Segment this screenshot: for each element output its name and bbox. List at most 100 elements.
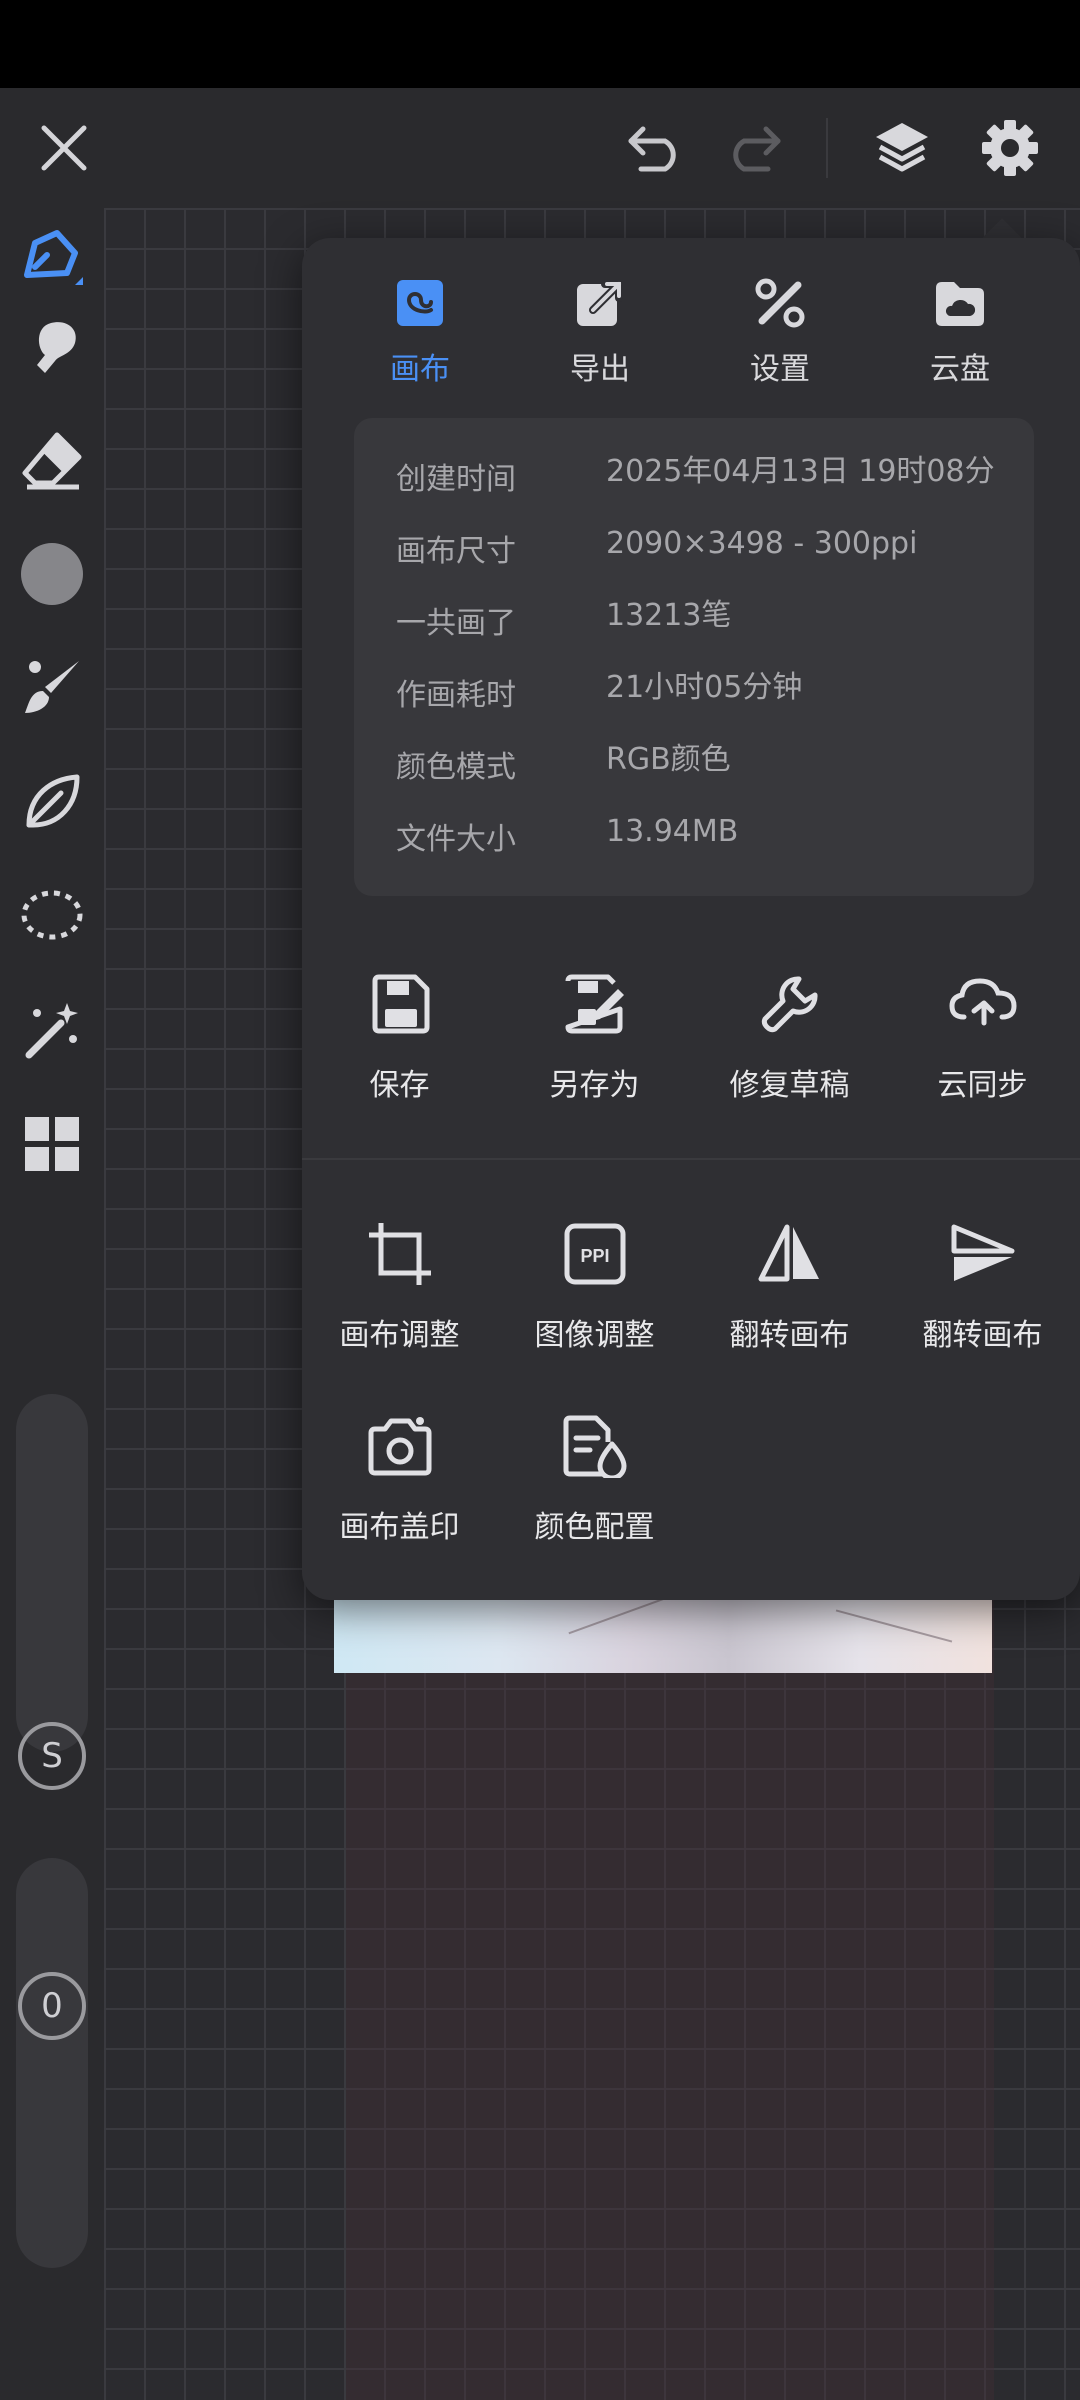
magic-wand-tool[interactable] xyxy=(0,980,104,1080)
smudge-icon xyxy=(37,322,76,373)
info-row-strokes: 一共画了 13213笔 xyxy=(354,580,1034,652)
status-bar xyxy=(0,0,1080,88)
tab-cloud-drive[interactable]: 云盘 xyxy=(870,268,1050,398)
tab-export[interactable]: 导出 xyxy=(510,268,690,398)
tab-canvas-label: 画布 xyxy=(390,352,450,387)
camera-icon xyxy=(368,1417,431,1476)
save-label: 保存 xyxy=(369,1068,430,1103)
top-toolbar xyxy=(0,88,1080,208)
save-as-button[interactable]: 另存为 xyxy=(497,956,692,1126)
color-picker[interactable] xyxy=(0,524,104,624)
canvas-adjust-button[interactable]: 画布调整 xyxy=(302,1206,497,1376)
panel-divider xyxy=(302,1158,1080,1160)
leaf-icon xyxy=(26,774,80,828)
flip-horizontal-button[interactable]: 翻转画布 xyxy=(692,1206,887,1376)
image-adjust-label: 图像调整 xyxy=(534,1318,655,1353)
close-icon xyxy=(41,125,87,171)
eraser-icon xyxy=(22,432,82,490)
info-key: 一共画了 xyxy=(396,606,516,641)
export-icon xyxy=(577,280,623,326)
info-value: RGB颜色 xyxy=(606,742,731,777)
gear-icon xyxy=(982,120,1038,176)
tab-canvas[interactable]: 画布 xyxy=(330,268,510,398)
info-key: 创建时间 xyxy=(396,462,516,497)
cloud-sync-button[interactable]: 云同步 xyxy=(885,956,1080,1126)
save-button[interactable]: 保存 xyxy=(302,956,497,1126)
tab-cloud-drive-label: 云盘 xyxy=(930,352,990,387)
info-value: 21小时05分钟 xyxy=(606,670,803,705)
settings-button[interactable] xyxy=(960,88,1060,208)
save-as-label: 另存为 xyxy=(549,1068,640,1103)
smudge-tool[interactable] xyxy=(0,296,104,396)
flip-horizontal-icon xyxy=(758,1224,819,1282)
info-value: 2090×3498 - 300ppi xyxy=(606,526,918,561)
grid-tool[interactable] xyxy=(0,1094,104,1194)
canvas-stamp-button[interactable]: 画布盖印 xyxy=(302,1398,497,1568)
info-value: 2025年04月13日 19时08分 xyxy=(606,454,995,489)
pen-tool[interactable] xyxy=(0,208,104,308)
leaf-tool[interactable] xyxy=(0,752,104,852)
lasso-tool[interactable] xyxy=(0,866,104,966)
repair-draft-label: 修复草稿 xyxy=(729,1068,850,1103)
tools-icon xyxy=(755,278,805,328)
layers-button[interactable] xyxy=(852,88,952,208)
left-tool-sidebar: S 0 xyxy=(0,208,104,2400)
grid-icon xyxy=(25,1117,79,1171)
redo-icon xyxy=(733,126,781,172)
info-row-created: 创建时间 2025年04月13日 19时08分 xyxy=(354,436,1034,508)
color-profile-icon xyxy=(563,1415,626,1478)
info-row-duration: 作画耗时 21小时05分钟 xyxy=(354,652,1034,724)
crop-icon xyxy=(368,1223,431,1285)
save-as-icon xyxy=(565,974,624,1034)
brush-tool[interactable] xyxy=(0,638,104,738)
info-row-color-mode: 颜色模式 RGB颜色 xyxy=(354,724,1034,796)
flip-horizontal-label: 翻转画布 xyxy=(729,1318,850,1353)
opacity-slider[interactable] xyxy=(16,1858,88,2268)
canvas-stamp-label: 画布盖印 xyxy=(339,1510,460,1545)
flip-vertical-label: 翻转画布 xyxy=(922,1318,1043,1353)
panel-tabs: 画布 导出 设置 云盘 xyxy=(302,268,1080,398)
flip-vertical-button[interactable]: 翻转画布 xyxy=(885,1206,1080,1376)
lasso-icon xyxy=(21,890,83,940)
close-button[interactable] xyxy=(14,88,114,208)
brush-size-knob[interactable]: S xyxy=(18,1722,86,1790)
info-key: 画布尺寸 xyxy=(396,534,516,569)
info-row-canvas-size: 画布尺寸 2090×3498 - 300ppi xyxy=(354,508,1034,580)
repair-draft-button[interactable]: 修复草稿 xyxy=(692,956,887,1126)
cloud-sync-icon xyxy=(948,978,1017,1026)
info-key: 文件大小 xyxy=(396,822,516,857)
color-profile-button[interactable]: 颜色配置 xyxy=(497,1398,692,1568)
toolbar-divider xyxy=(826,118,828,178)
brush-size-slider[interactable] xyxy=(16,1394,88,1752)
tab-settings[interactable]: 设置 xyxy=(690,268,870,398)
opacity-knob[interactable]: 0 xyxy=(18,1972,86,2040)
artwork-stroke xyxy=(835,1609,953,1643)
canvas-menu-panel: 画布 导出 设置 云盘 创建时间 2025年04月13日 19时08分 画布尺寸… xyxy=(302,238,1080,1600)
info-key: 颜色模式 xyxy=(396,750,516,785)
eraser-tool[interactable] xyxy=(0,410,104,510)
tab-settings-label: 设置 xyxy=(750,352,810,387)
brush-size-label: S xyxy=(41,1736,63,1776)
info-value: 13.94MB xyxy=(606,814,739,849)
redo-button[interactable] xyxy=(703,88,803,208)
wrench-icon xyxy=(761,976,818,1033)
canvas-info-card: 创建时间 2025年04月13日 19时08分 画布尺寸 2090×3498 -… xyxy=(354,418,1034,896)
save-icon xyxy=(372,974,429,1034)
ppi-icon: PPI xyxy=(564,1223,625,1285)
undo-icon xyxy=(628,126,676,172)
tab-export-label: 导出 xyxy=(570,352,630,387)
cloud-sync-label: 云同步 xyxy=(937,1068,1028,1103)
info-key: 作画耗时 xyxy=(396,678,516,713)
pen-icon xyxy=(24,230,83,285)
info-row-file-size: 文件大小 13.94MB xyxy=(354,796,1034,868)
image-adjust-button[interactable]: PPI 图像调整 xyxy=(497,1206,692,1376)
magic-wand-icon xyxy=(25,1003,78,1059)
canvas-adjust-label: 画布调整 xyxy=(339,1318,460,1353)
flip-vertical-icon xyxy=(951,1224,1014,1281)
ppi-badge-text: PPI xyxy=(580,1246,609,1266)
layers-icon xyxy=(876,123,928,172)
brush-icon xyxy=(25,661,79,713)
color-swatch xyxy=(21,543,83,605)
undo-button[interactable] xyxy=(606,88,706,208)
cloud-drive-icon xyxy=(936,282,984,326)
